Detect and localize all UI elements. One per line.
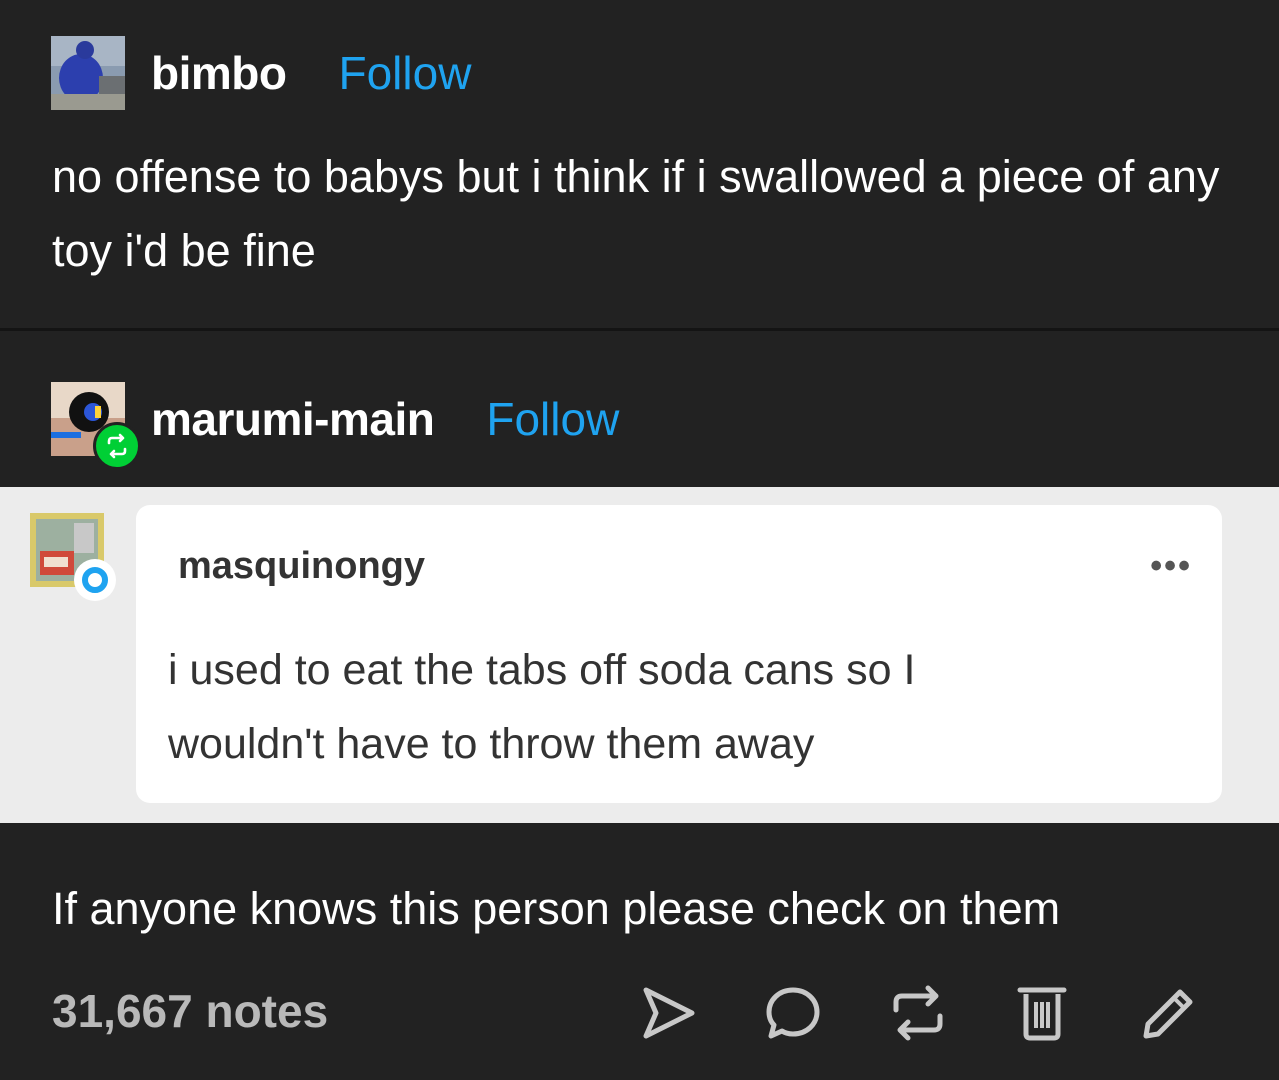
comment-icon[interactable]: [763, 980, 823, 1046]
embedded-badge: [74, 559, 116, 601]
send-icon[interactable]: [638, 980, 698, 1046]
reblog-section: marumi-main Follow: [0, 331, 1279, 487]
reblogger-username[interactable]: marumi-main: [151, 392, 435, 446]
original-post: bimbo Follow no offense to babys but i t…: [0, 0, 1279, 328]
edit-icon[interactable]: [1136, 980, 1196, 1046]
follow-reblogger-button[interactable]: Follow: [486, 392, 619, 446]
author-avatar[interactable]: [51, 36, 125, 110]
reply-text: If anyone knows this person please check…: [52, 883, 1061, 934]
post-actions: [0, 980, 1279, 1046]
reblog-icon[interactable]: [888, 980, 948, 1046]
embedded-post-screenshot: masquinongy ••• i used to eat the tabs o…: [0, 487, 1279, 823]
reblog-badge-icon: [107, 433, 127, 459]
post-text: no offense to babys but i think if i swa…: [52, 151, 1220, 276]
reblog-badge: [93, 422, 141, 470]
embedded-more-icon: •••: [1150, 547, 1192, 585]
post-header: bimbo Follow: [51, 36, 471, 110]
delete-icon[interactable]: [1012, 980, 1072, 1046]
reblogger-avatar[interactable]: [51, 382, 141, 470]
author-username[interactable]: bimbo: [151, 46, 287, 100]
embedded-text: i used to eat the tabs off soda cans so …: [168, 646, 916, 768]
embedded-card: masquinongy ••• i used to eat the tabs o…: [136, 505, 1222, 803]
reblog-header: marumi-main Follow: [51, 382, 619, 470]
embedded-username: masquinongy: [178, 545, 426, 587]
follow-author-button[interactable]: Follow: [338, 46, 471, 100]
